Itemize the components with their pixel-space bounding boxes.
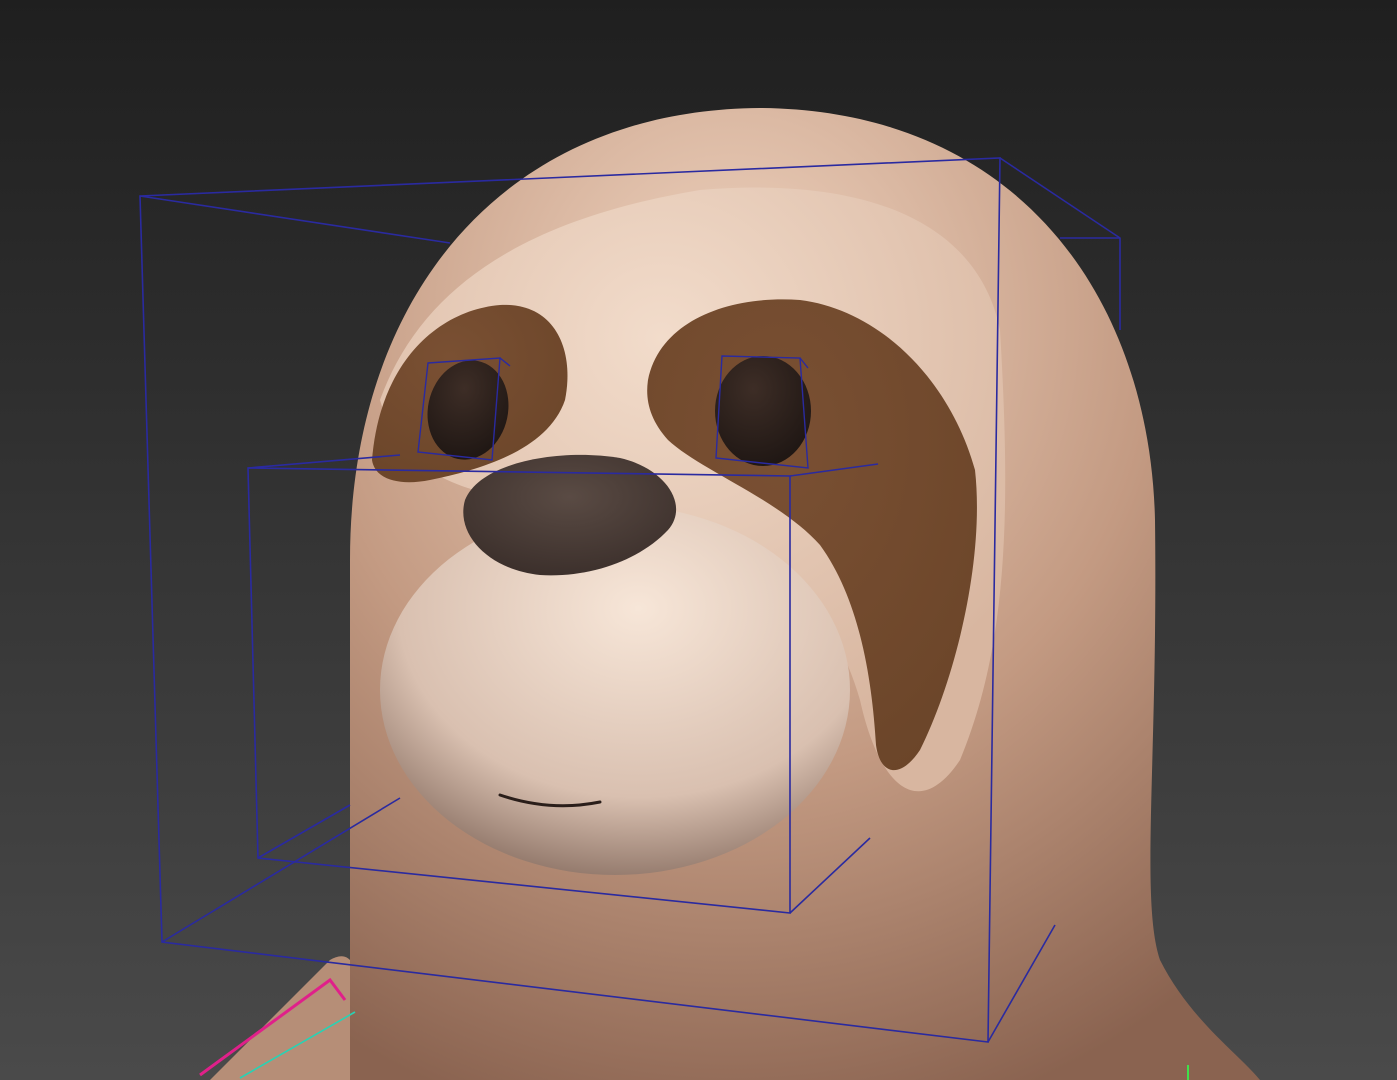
viewport-canvas[interactable] xyxy=(0,0,1397,1080)
sloth-eye-right xyxy=(715,356,811,466)
3d-viewport[interactable] xyxy=(0,0,1397,1080)
